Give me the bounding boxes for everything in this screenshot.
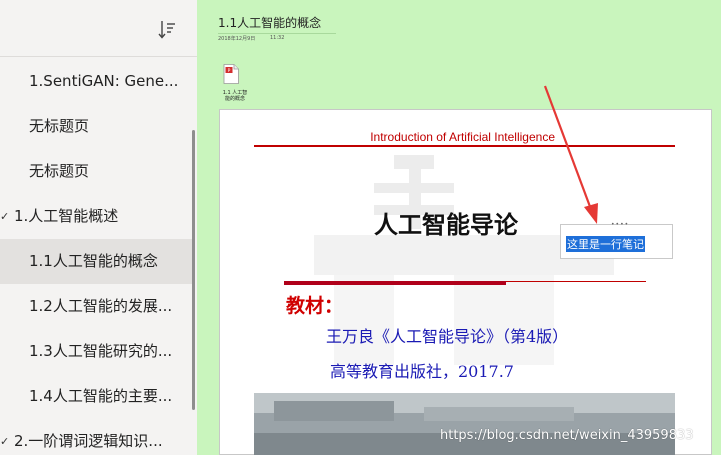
- slide-publisher: 高等教育出版社，2017.7: [330, 362, 514, 381]
- sidebar-item-label: 1.SentiGAN: Gene...: [29, 72, 179, 90]
- sidebar-item-label: 2.一阶谓词逻辑知识...: [14, 432, 163, 450]
- svg-text:P: P: [228, 68, 231, 74]
- sort-button[interactable]: [155, 18, 179, 42]
- slide-divider: [284, 281, 506, 285]
- campus-photo: [254, 393, 675, 455]
- pdf-attachment[interactable]: P 1.1 人工智能的概念: [221, 64, 251, 102]
- sidebar-divider: [0, 56, 197, 57]
- sidebar-scrollbar[interactable]: [192, 130, 195, 410]
- sidebar-item-label: 1.4人工智能的主要...: [29, 387, 173, 405]
- sidebar: 1.SentiGAN: Gene... 无标题页 无标题页 ✓ 1.人工智能概述…: [0, 0, 197, 455]
- sidebar-item-label: 1.1人工智能的概念: [29, 252, 158, 270]
- attachment-name: 1.1 人工智能的概念: [222, 90, 248, 102]
- watermark-url: https://blog.csdn.net/weixin_43959833: [440, 428, 694, 443]
- sidebar-item-label: 1.3人工智能研究的...: [29, 342, 173, 360]
- sidebar-section-ai-overview[interactable]: ✓ 1.人工智能概述: [0, 194, 192, 239]
- sidebar-item-label: 无标题页: [29, 162, 90, 180]
- slide-textbook-title: 王万良《人工智能导论》（第4版）: [326, 327, 569, 346]
- drag-handle-icon[interactable]: ••••: [611, 222, 629, 228]
- slide-title: 人工智能导论: [374, 211, 518, 239]
- chevron-down-icon[interactable]: ✓: [0, 194, 9, 239]
- sidebar-item-sentigan[interactable]: 1.SentiGAN: Gene...: [0, 59, 192, 104]
- chevron-down-icon[interactable]: ✓: [0, 419, 9, 455]
- page-time: 11:32: [270, 35, 285, 41]
- page-date: 2018年12月9日: [218, 36, 256, 42]
- sidebar-item-label: 无标题页: [29, 117, 90, 135]
- slide-divider-thin: [506, 281, 646, 282]
- sort-icon: [158, 21, 175, 39]
- slide-rule: [254, 145, 675, 147]
- sidebar-item-untitled-1[interactable]: 无标题页: [0, 104, 192, 149]
- pdf-file-icon: P: [223, 64, 239, 84]
- slide-textbook-label: 教材：: [286, 295, 344, 317]
- sidebar-item-label: 1.人工智能概述: [14, 207, 119, 225]
- slide-image: Introduction of Artificial Intelligence …: [254, 125, 675, 455]
- sidebar-item-ai-research[interactable]: 1.3人工智能研究的...: [0, 329, 192, 374]
- title-underline: [218, 33, 336, 34]
- sidebar-item-ai-concept[interactable]: 1.1人工智能的概念: [0, 239, 192, 284]
- sidebar-item-label: 1.2人工智能的发展...: [29, 297, 173, 315]
- note-text[interactable]: 这里是一行笔记: [566, 236, 645, 252]
- page-title[interactable]: 1.1人工智能的概念: [218, 14, 321, 31]
- sidebar-item-untitled-2[interactable]: 无标题页: [0, 149, 192, 194]
- sidebar-item-ai-main[interactable]: 1.4人工智能的主要...: [0, 374, 192, 419]
- note-container[interactable]: •••• 这里是一行笔记: [560, 222, 673, 259]
- sidebar-section-predicate-logic[interactable]: ✓ 2.一阶谓词逻辑知识...: [0, 419, 192, 455]
- sidebar-item-ai-history[interactable]: 1.2人工智能的发展...: [0, 284, 192, 329]
- slide-header: Introduction of Artificial Intelligence: [370, 130, 555, 144]
